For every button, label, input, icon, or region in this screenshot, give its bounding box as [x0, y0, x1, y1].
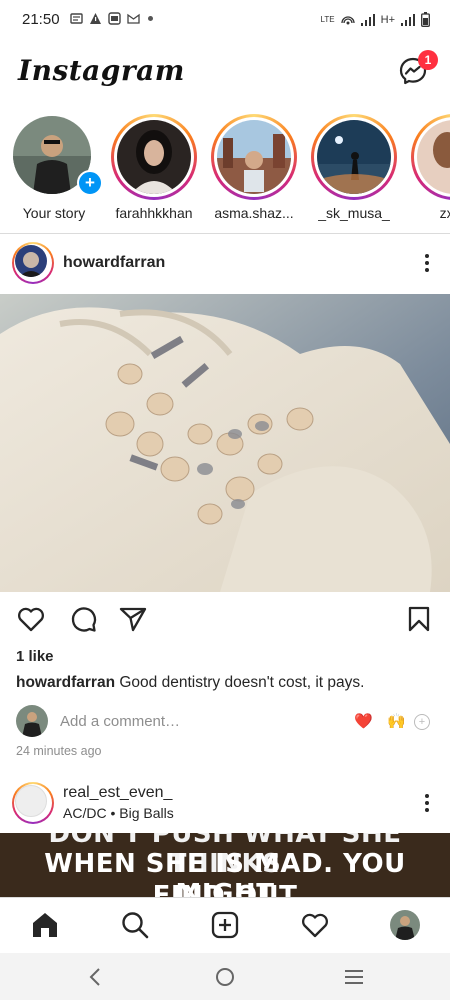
more-notifications-dot [148, 16, 153, 21]
image-text-bottom: FIND OUT [152, 881, 298, 897]
avatar [15, 245, 47, 277]
post-avatar-ring[interactable] [12, 782, 54, 824]
warning-notification-icon [90, 13, 101, 24]
instagram-logo[interactable]: Instagram [18, 54, 185, 87]
avatar [15, 785, 47, 817]
avatar [317, 120, 391, 194]
like-icon[interactable] [16, 604, 46, 634]
add-story-icon[interactable]: + [77, 170, 103, 196]
lte-label: LTE [320, 15, 335, 24]
add-comment-row: Add a comment… ❤️ 🙌 + [0, 704, 450, 740]
gmail-notification-icon [127, 13, 140, 24]
home-icon[interactable] [30, 910, 60, 940]
post-actions [0, 600, 450, 640]
status-time: 21:50 [22, 11, 60, 28]
stories-tray: + Your story farahhkkhan asma.shaz... _s… [0, 114, 450, 226]
avatar [117, 120, 191, 194]
post-header: real_est_even_ AC/DC • Big Balls [0, 780, 450, 830]
story-zxz[interactable]: zxz_ [410, 114, 450, 221]
message-notification-icon [70, 13, 83, 24]
story-farahhkkhan[interactable]: farahhkkhan [110, 114, 198, 221]
post-music[interactable]: AC/DC • Big Balls [63, 805, 174, 821]
caption-username[interactable]: howardfarran [16, 674, 115, 691]
story-asma-shaz[interactable]: asma.shaz... [210, 114, 298, 221]
avatar [16, 705, 48, 737]
post-timestamp: 24 minutes ago [16, 744, 102, 758]
story-ring: + [11, 114, 103, 200]
post-image[interactable] [0, 294, 450, 592]
network-type: H+ [380, 13, 395, 26]
story-sk-musa[interactable]: _sk_musa_ [310, 114, 398, 221]
post-caption: howardfarran Good dentistry doesn't cost… [16, 674, 436, 692]
more-options-icon[interactable] [422, 792, 432, 814]
status-bar: 21:50 LTE H+ [0, 0, 450, 40]
divider [0, 233, 450, 234]
recents-nav-icon[interactable] [342, 965, 366, 989]
post-avatar-ring[interactable] [12, 242, 54, 284]
story-label: zxz_ [439, 205, 450, 221]
bottom-tab-bar [0, 897, 450, 954]
comment-icon[interactable] [68, 604, 98, 634]
notification-icons [70, 12, 153, 25]
save-icon[interactable] [404, 604, 434, 634]
app-header: Instagram 1 [0, 50, 450, 100]
story-label: _sk_musa_ [318, 205, 390, 221]
story-ring [411, 114, 450, 200]
add-emoji-icon[interactable]: + [414, 714, 430, 730]
likes-count[interactable]: 1 like [16, 648, 54, 665]
story-ring [311, 114, 397, 200]
post-image[interactable]: DON'T PUSH WHAT SHE THINKS WHEN SHE IS M… [0, 833, 450, 897]
story-ring [211, 114, 297, 200]
system-navigation-bar [0, 953, 450, 1000]
story-label: farahhkkhan [115, 205, 193, 221]
gallery-notification-icon [108, 12, 121, 25]
caption-text: Good dentistry doesn't cost, it pays. [119, 674, 365, 691]
quick-emoji-heart[interactable]: ❤️ [354, 712, 373, 730]
signal-icon [360, 13, 375, 26]
post-username[interactable]: howardfarran [63, 254, 165, 272]
share-icon[interactable] [118, 604, 148, 634]
battery-icon [421, 12, 430, 27]
post-header: howardfarran [0, 240, 450, 290]
signal-2-icon [401, 13, 415, 26]
story-your-story[interactable]: + Your story [10, 114, 103, 221]
system-status-icons: LTE H+ [321, 12, 430, 27]
home-nav-icon[interactable] [213, 965, 237, 989]
story-label: asma.shaz... [214, 205, 294, 221]
add-post-icon[interactable] [210, 910, 240, 940]
heart-icon[interactable] [300, 910, 330, 940]
comment-input[interactable]: Add a comment… [60, 713, 180, 730]
story-label: Your story [22, 205, 86, 221]
messenger-badge: 1 [418, 50, 438, 70]
search-icon[interactable] [120, 910, 150, 940]
hotspot-icon [340, 15, 355, 24]
story-ring [111, 114, 197, 200]
quick-emoji-raised-hands[interactable]: 🙌 [387, 712, 406, 730]
more-options-icon[interactable] [422, 252, 432, 274]
back-nav-icon[interactable] [84, 965, 108, 989]
post-username[interactable]: real_est_even_ [63, 784, 172, 802]
profile-avatar[interactable] [390, 910, 420, 940]
avatar [217, 120, 291, 194]
